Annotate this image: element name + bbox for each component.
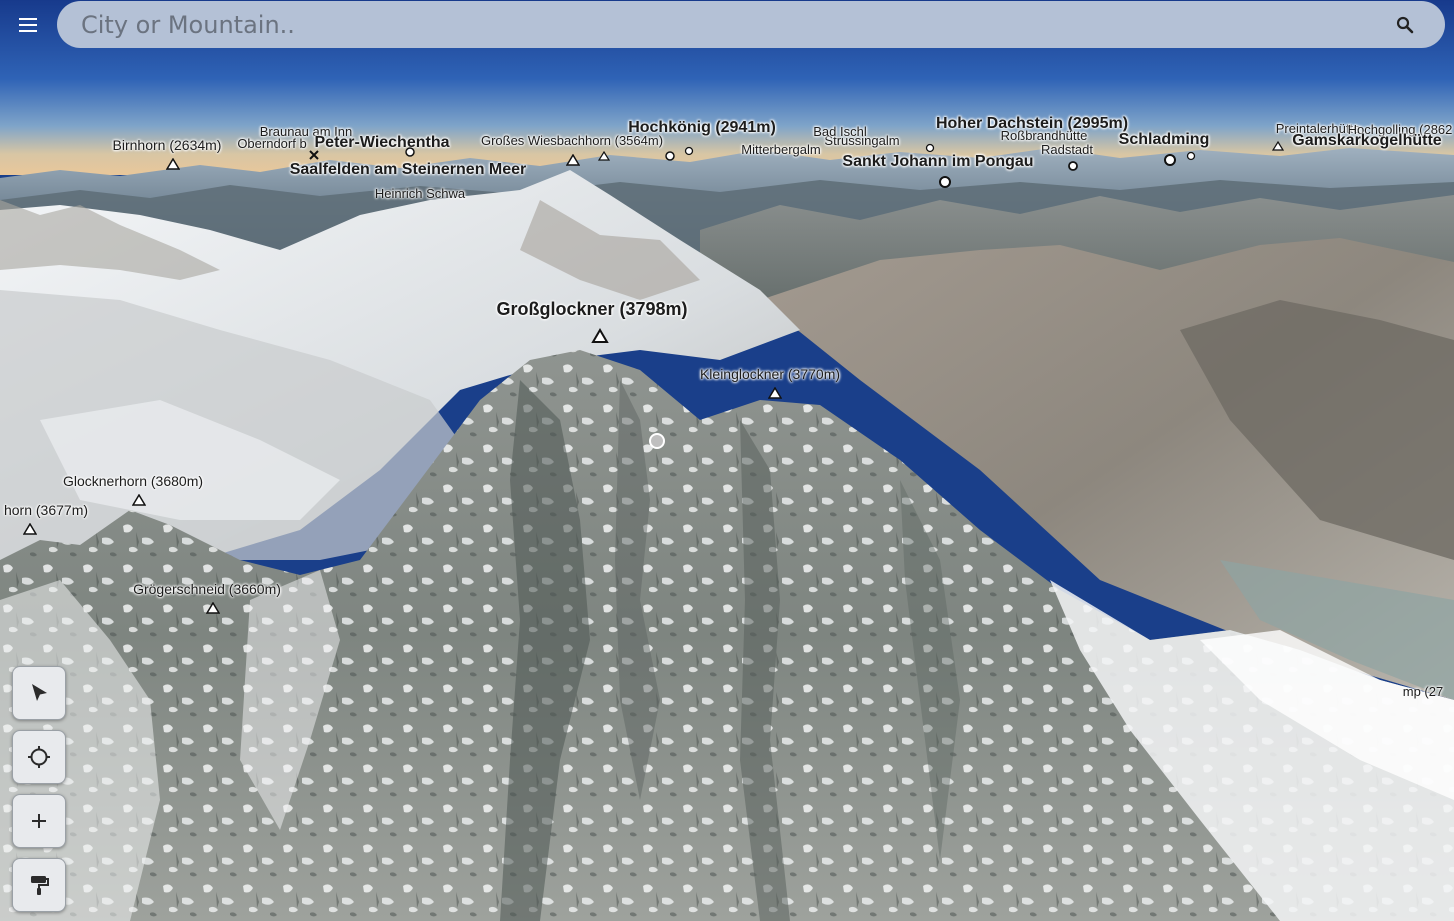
peak-triangle-icon[interactable] bbox=[132, 494, 146, 506]
map-label-groegerschneid[interactable]: Grögerschneid (3660m) bbox=[133, 581, 281, 597]
map-label-kleinglockner[interactable]: Kleinglockner (3770m) bbox=[700, 366, 840, 382]
map-label-rossbrandhuette[interactable]: Roßbrandhütte bbox=[1001, 128, 1088, 143]
town-circle-icon[interactable] bbox=[1163, 153, 1177, 167]
menu-button[interactable] bbox=[8, 8, 48, 42]
peak-triangle-icon[interactable] bbox=[206, 602, 220, 614]
town-circle-icon[interactable] bbox=[1067, 160, 1079, 172]
layer-style-button[interactable] bbox=[12, 858, 66, 912]
hut-circle-icon[interactable] bbox=[1186, 151, 1196, 161]
cursor-arrow-icon bbox=[32, 684, 47, 701]
map-label-horn-3677[interactable]: horn (3677m) bbox=[4, 502, 88, 518]
map-label-bad-ischl[interactable]: Bad Ischl bbox=[813, 124, 866, 139]
peak-triangle-icon[interactable] bbox=[166, 158, 180, 170]
peak-triangle-icon[interactable] bbox=[768, 387, 782, 399]
map-label-heinrich[interactable]: Heinrich Schwa bbox=[375, 186, 465, 201]
plus-icon bbox=[32, 814, 46, 828]
peak-triangle-icon[interactable] bbox=[23, 523, 37, 535]
location-circle-icon[interactable] bbox=[648, 432, 666, 450]
map-label-right-edge[interactable]: mp (27 bbox=[1403, 684, 1443, 699]
hut-circle-icon[interactable] bbox=[925, 143, 935, 153]
peak-triangle-icon[interactable] bbox=[566, 154, 580, 166]
map-label-sankt-johann[interactable]: Sankt Johann im Pongau bbox=[842, 153, 1033, 171]
paint-roller-icon bbox=[31, 876, 49, 895]
map-view[interactable]: Großglockner (3798m) Kleinglockner (3770… bbox=[0, 0, 1454, 921]
map-label-radstadt[interactable]: Radstadt bbox=[1041, 142, 1093, 157]
search-input[interactable] bbox=[79, 3, 1385, 46]
map-label-schladming[interactable]: Schladming bbox=[1119, 131, 1210, 149]
locate-button[interactable] bbox=[12, 730, 66, 784]
search-button[interactable] bbox=[1385, 5, 1425, 45]
map-label-glocknerhorn[interactable]: Glocknerhorn (3680m) bbox=[63, 473, 203, 489]
search-bar bbox=[57, 1, 1445, 48]
select-mode-button[interactable] bbox=[12, 666, 66, 720]
peak-triangle-icon[interactable] bbox=[598, 151, 610, 161]
crosshair-icon bbox=[28, 746, 50, 768]
map-label-gamskarkogelhuette[interactable]: Gamskarkogelhütte bbox=[1292, 132, 1441, 150]
hamburger-icon bbox=[19, 18, 37, 32]
peak-triangle-icon[interactable] bbox=[1272, 141, 1284, 151]
peak-triangle-icon[interactable] bbox=[591, 328, 609, 344]
map-label-grossglockner[interactable]: Großglockner (3798m) bbox=[496, 299, 687, 320]
hut-circle-icon[interactable] bbox=[684, 146, 694, 156]
magnifier-icon bbox=[1396, 16, 1414, 33]
map-label-oberndorf[interactable]: Oberndorf b bbox=[237, 136, 306, 151]
map-label-hochkoenig[interactable]: Hochkönig (2941m) bbox=[628, 119, 776, 137]
map-label-peter-wiechenthaler[interactable]: Peter-Wiechentha bbox=[315, 134, 450, 152]
zoom-in-button[interactable] bbox=[12, 794, 66, 848]
hut-circle-icon[interactable] bbox=[664, 150, 676, 162]
hut-circle-icon[interactable] bbox=[404, 146, 416, 158]
map-label-saalfelden[interactable]: Saalfelden am Steinernen Meer bbox=[290, 161, 527, 179]
map-label-mitterbergalm[interactable]: Mitterbergalm bbox=[741, 142, 820, 157]
map-label-birnhorn[interactable]: Birnhorn (2634m) bbox=[113, 137, 222, 153]
town-circle-icon[interactable] bbox=[938, 175, 952, 189]
